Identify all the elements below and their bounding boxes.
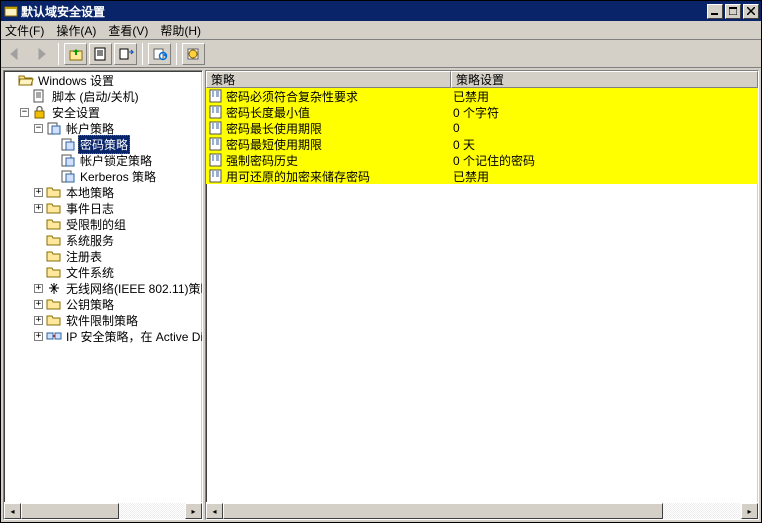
tree-h-scrollbar[interactable]: ◂ ▸ [4,502,202,519]
expand-toggle[interactable]: + [34,204,43,213]
separator [176,43,177,65]
list-pane: 策略 策略设置 密码必须符合复杂性要求 已禁用 密码长度最小值 0 个字符 密码… [205,70,759,520]
folder-icon [46,312,62,328]
export-button[interactable] [114,43,137,65]
up-button[interactable] [64,43,87,65]
separator [142,43,143,65]
cell-setting: 0 个字符 [453,104,499,121]
expand-toggle[interactable]: + [34,300,43,309]
collapse-toggle[interactable]: − [34,124,43,133]
tree-node-ipsec[interactable]: + IP 安全策略，在 Active Directory [4,328,202,344]
scroll-thumb[interactable] [223,503,663,519]
help-button[interactable] [182,43,205,65]
window-title: 默认域安全设置 [21,3,705,20]
expand-toggle[interactable]: + [34,332,43,341]
tree-pane: Windows 设置 脚本 (启动/关机) − 安全设置 − 帐户策略 密码 [3,70,203,520]
column-setting[interactable]: 策略设置 [451,71,758,88]
toolbar [1,40,761,68]
back-button[interactable] [5,43,28,65]
scroll-left-button[interactable]: ◂ [4,503,21,519]
list-row[interactable]: 用可还原的加密来储存密码 已禁用 [206,168,758,184]
policy-icon [46,120,62,136]
tree-node-scripts[interactable]: 脚本 (启动/关机) [4,88,202,104]
minimize-button[interactable] [707,4,723,19]
folder-icon [46,232,62,248]
lock-icon [32,104,48,120]
title-bar: 默认域安全设置 [1,1,761,21]
cell-setting: 0 [453,121,460,135]
folder-icon [46,200,62,216]
list-body[interactable]: 密码必须符合复杂性要求 已禁用 密码长度最小值 0 个字符 密码最长使用期限 0… [206,88,758,502]
app-icon [4,4,18,18]
folder-icon [46,248,62,264]
list-h-scrollbar[interactable]: ◂ ▸ [206,502,758,519]
menu-file[interactable]: 文件(F) [5,22,44,39]
menu-view[interactable]: 查看(V) [108,22,148,39]
expand-toggle[interactable]: + [34,316,43,325]
policy-icon [60,152,76,168]
scroll-right-button[interactable]: ▸ [185,503,202,519]
folder-icon [46,296,62,312]
policy-item-icon [208,168,224,184]
cell-setting: 已禁用 [453,168,489,185]
policy-icon [60,136,76,152]
column-policy[interactable]: 策略 [206,71,451,88]
separator [58,43,59,65]
scroll-thumb[interactable] [21,503,119,519]
folder-icon [46,264,62,280]
content-area: Windows 设置 脚本 (启动/关机) − 安全设置 − 帐户策略 密码 [1,68,761,522]
list-header: 策略 策略设置 [206,71,758,88]
expand-toggle[interactable]: + [34,188,43,197]
script-icon [32,88,48,104]
tree-view[interactable]: Windows 设置 脚本 (启动/关机) − 安全设置 − 帐户策略 密码 [4,71,202,502]
cell-policy: 用可还原的加密来储存密码 [226,168,370,185]
properties-button[interactable] [89,43,112,65]
folder-icon [46,216,62,232]
tree-label: IP 安全策略，在 Active Directory [64,327,202,346]
menu-bar: 文件(F) 操作(A) 查看(V) 帮助(H) [1,21,761,40]
collapse-toggle[interactable]: − [20,108,29,117]
folder-open-icon [18,72,34,88]
close-button[interactable] [743,4,759,19]
refresh-button[interactable] [148,43,171,65]
menu-action[interactable]: 操作(A) [56,22,96,39]
wireless-icon [46,280,62,296]
ipsec-icon [46,328,62,344]
maximize-button[interactable] [725,4,741,19]
scroll-right-button[interactable]: ▸ [741,503,758,519]
folder-icon [46,184,62,200]
scroll-left-button[interactable]: ◂ [206,503,223,519]
forward-button[interactable] [30,43,53,65]
expand-toggle[interactable]: + [34,284,43,293]
menu-help[interactable]: 帮助(H) [160,22,201,39]
